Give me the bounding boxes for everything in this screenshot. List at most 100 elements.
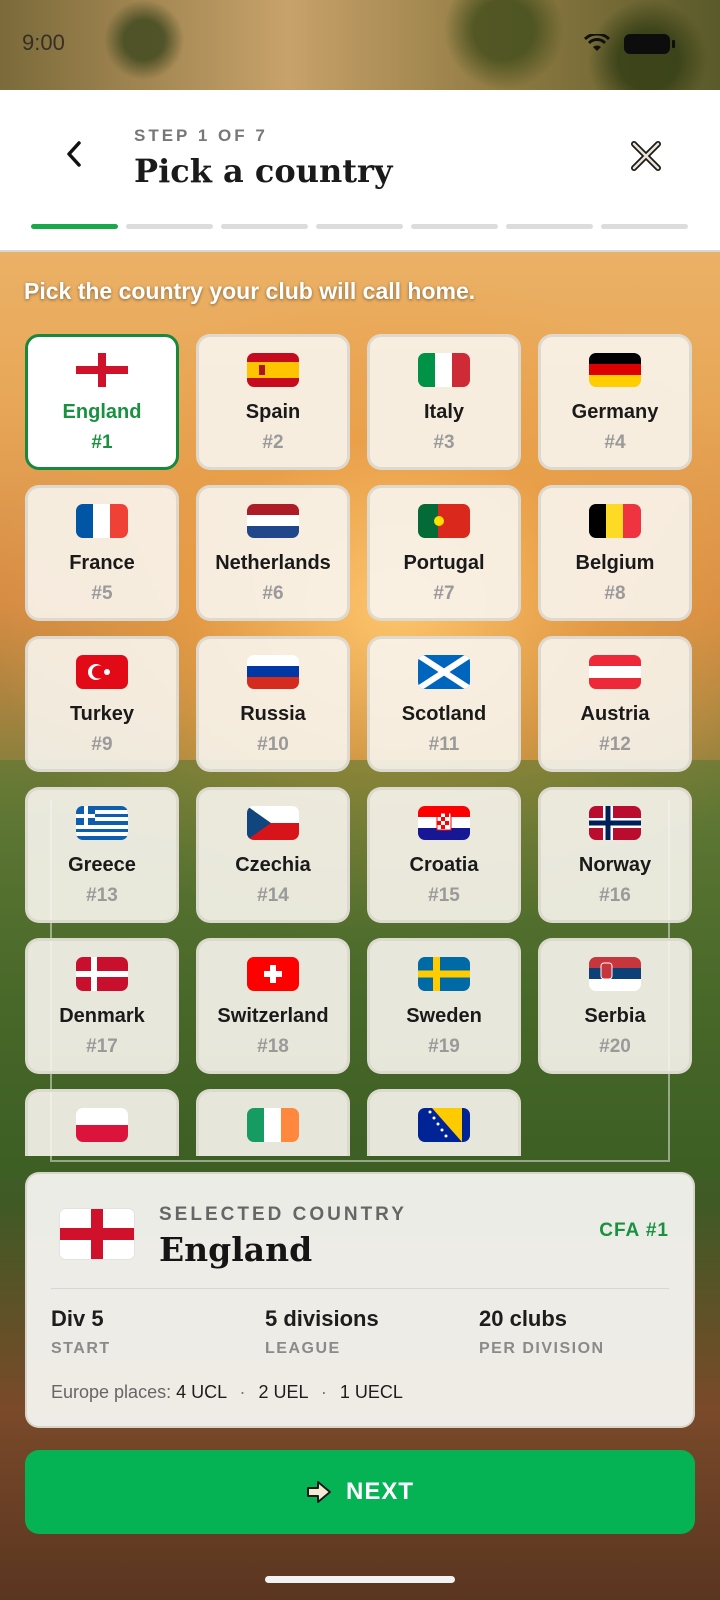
czechia-flag-icon: [247, 806, 299, 840]
country-card-austria[interactable]: Austria #12: [538, 636, 692, 772]
stat-start: Div 5 START: [51, 1306, 111, 1358]
country-card-turkey[interactable]: Turkey #9: [25, 636, 179, 772]
battery-icon: [624, 34, 675, 54]
country-rank: #5: [91, 583, 113, 604]
england-flag-icon: [59, 1208, 135, 1260]
europe-places-label: Europe places:: [51, 1382, 172, 1402]
home-indicator: [265, 1576, 455, 1583]
country-rank: #20: [599, 1036, 631, 1057]
country-name: Italy: [423, 401, 465, 423]
country-name: Netherlands: [215, 552, 331, 574]
country-rank: #14: [257, 885, 289, 906]
country-rank: #17: [86, 1036, 118, 1057]
country-card-bosnia[interactable]: [367, 1089, 521, 1156]
country-card-croatia[interactable]: Croatia #15: [367, 787, 521, 923]
country-rank: #19: [428, 1036, 460, 1057]
country-rank: #1: [91, 432, 113, 453]
country-name: Russia: [240, 703, 306, 725]
country-card-greece[interactable]: Greece #13: [25, 787, 179, 923]
country-card-serbia[interactable]: Serbia #20: [538, 938, 692, 1074]
country-rank: #12: [599, 734, 631, 755]
greece-flag-icon: [76, 806, 128, 840]
ucl-places: 4 UCL: [176, 1382, 227, 1402]
country-card-italy[interactable]: Italy #3: [367, 334, 521, 470]
progress-segment: [126, 224, 213, 229]
country-card-belgium[interactable]: Belgium #8: [538, 485, 692, 621]
bosnia-flag-icon: [418, 1108, 470, 1142]
country-card-sweden[interactable]: Sweden #19: [367, 938, 521, 1074]
divider: [51, 1288, 669, 1289]
country-card-ireland[interactable]: [196, 1089, 350, 1156]
country-name: Serbia: [584, 1005, 646, 1027]
country-rank: #18: [257, 1036, 289, 1057]
cfa-rank-badge: CFA #1: [599, 1220, 669, 1241]
germany-flag-icon: [589, 353, 641, 387]
poland-flag-icon: [76, 1108, 128, 1142]
back-button[interactable]: [52, 132, 96, 176]
country-card-portugal[interactable]: Portugal #7: [367, 485, 521, 621]
austria-flag-icon: [589, 655, 641, 689]
stat-label: LEAGUE: [265, 1340, 341, 1357]
netherlands-flag-icon: [247, 504, 299, 538]
chevron-left-icon: [67, 141, 81, 167]
country-name: Greece: [68, 854, 136, 876]
denmark-flag-icon: [76, 957, 128, 991]
country-name: Portugal: [403, 552, 485, 574]
next-button[interactable]: NEXT: [25, 1450, 695, 1534]
selected-country-name: England: [159, 1230, 313, 1269]
country-name: Turkey: [69, 703, 135, 725]
country-card-switzerland[interactable]: Switzerland #18: [196, 938, 350, 1074]
country-card-spain[interactable]: Spain #2: [196, 334, 350, 470]
next-button-label: NEXT: [345, 1478, 414, 1505]
country-card-germany[interactable]: Germany #4: [538, 334, 692, 470]
country-grid-scroll[interactable]: England #1 Spain #2 Italy #3 Germany #4 France #5…: [25, 334, 697, 1156]
country-name: France: [69, 552, 135, 574]
country-card-russia[interactable]: Russia #10: [196, 636, 350, 772]
country-card-czechia[interactable]: Czechia #14: [196, 787, 350, 923]
europe-places: Europe places: 4 UCL · 2 UEL · 1 UECL: [51, 1382, 403, 1403]
sweden-flag-icon: [418, 957, 470, 991]
country-rank: #9: [91, 734, 113, 755]
stat-league: 5 divisions LEAGUE: [265, 1306, 379, 1358]
stat-value: Div 5: [51, 1306, 104, 1331]
country-card-france[interactable]: France #5: [25, 485, 179, 621]
country-rank: #10: [257, 734, 289, 755]
scotland-flag-icon: [418, 655, 470, 689]
country-name: Croatia: [409, 854, 479, 876]
portugal-flag-icon: [418, 504, 470, 538]
stat-value: 5 divisions: [265, 1306, 379, 1331]
country-name: Switzerland: [217, 1005, 329, 1027]
selected-country-label: SELECTED COUNTRY: [159, 1204, 407, 1225]
wifi-icon: [584, 34, 610, 51]
step-progress-bar: [31, 224, 688, 229]
status-bar: 9:00: [0, 0, 720, 90]
country-card-england[interactable]: England #1: [25, 334, 179, 470]
country-card-norway[interactable]: Norway #16: [538, 787, 692, 923]
progress-segment: [506, 224, 593, 229]
country-name: Scotland: [401, 703, 487, 725]
country-name: England: [62, 401, 142, 423]
country-name: Norway: [578, 854, 652, 876]
country-card-scotland[interactable]: Scotland #11: [367, 636, 521, 772]
country-card-netherlands[interactable]: Netherlands #6: [196, 485, 350, 621]
stat-label: PER DIVISION: [479, 1340, 605, 1357]
stat-label: START: [51, 1340, 111, 1357]
progress-segment: [601, 224, 688, 229]
ireland-flag-icon: [247, 1108, 299, 1142]
step-indicator: STEP 1 OF 7: [134, 126, 268, 145]
switzerland-flag-icon: [247, 957, 299, 991]
country-name: Germany: [571, 401, 659, 423]
turkey-flag-icon: [76, 655, 128, 689]
country-rank: #7: [433, 583, 455, 604]
stat-per-division: 20 clubs PER DIVISION: [479, 1306, 605, 1358]
country-rank: #3: [433, 432, 455, 453]
country-grid: England #1 Spain #2 Italy #3 Germany #4 France #5…: [25, 334, 697, 1156]
close-button[interactable]: [624, 134, 668, 178]
progress-segment: [411, 224, 498, 229]
country-card-denmark[interactable]: Denmark #17: [25, 938, 179, 1074]
serbia-flag-icon: [589, 957, 641, 991]
stat-value: 20 clubs: [479, 1306, 568, 1331]
country-card-poland[interactable]: [25, 1089, 179, 1156]
page-title: Pick a country: [134, 152, 393, 190]
country-name: Spain: [245, 401, 301, 423]
